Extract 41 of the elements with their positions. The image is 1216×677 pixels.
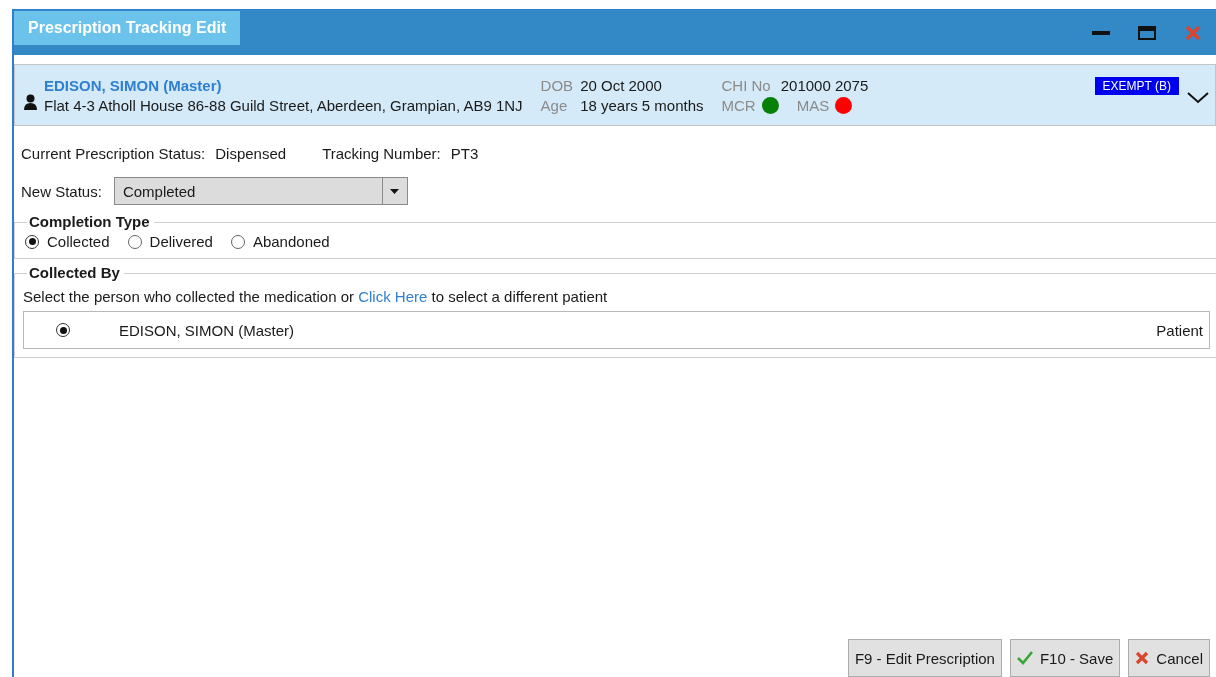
minimize-icon (1092, 30, 1110, 36)
radio-label[interactable]: Collected (47, 233, 110, 250)
age-value: 18 years 5 months (580, 96, 704, 114)
indicator-label: MCR (721, 96, 756, 114)
close-icon (1185, 25, 1201, 41)
chi-value: 201000 2075 (780, 76, 869, 94)
person-role: Patient (1156, 321, 1203, 339)
radio-button[interactable] (127, 234, 142, 249)
person-icon (24, 94, 37, 110)
cancel-button[interactable]: Cancel (1128, 639, 1210, 677)
current-status-label: Current Prescription Status: (21, 145, 206, 162)
radio-button[interactable] (230, 234, 245, 249)
age-label: Age (540, 96, 569, 114)
click-here-link[interactable]: Click Here (358, 288, 428, 305)
group-title: Completion Type (27, 213, 154, 230)
window-title: Prescription Tracking Edit (14, 11, 241, 45)
radio-button[interactable] (25, 234, 39, 249)
dob-value: 20 Oct 2000 (580, 76, 663, 94)
exemption-badge: EXEMPT (B) (1094, 77, 1179, 95)
radio-label[interactable]: Delivered (149, 233, 213, 250)
patient-address: Flat 4-3 Atholl House 86-88 Guild Street, Aberdeen, Grampian, AB9 1NJ (44, 96, 523, 114)
group-title: Collected By (27, 264, 124, 281)
dob-label: DOB (540, 76, 574, 94)
dropdown-arrow-icon (390, 188, 400, 194)
chevron-down-icon (1187, 91, 1209, 104)
edit-prescription-button[interactable]: F9 - Edit Prescription (847, 639, 1002, 677)
maximize-icon (1138, 26, 1156, 40)
status-dropdown[interactable]: Completed (113, 177, 408, 205)
instruction-text: Select the person who collected the medication or Click Here to select a different patient (23, 287, 609, 307)
indicator-label: MAS (796, 96, 830, 114)
tracking-number-label: Tracking Number: (322, 145, 441, 162)
new-status-label: New Status: (21, 182, 102, 200)
person-name: EDISON, SIMON (Master) (119, 321, 294, 339)
radio-label[interactable]: Abandoned (252, 233, 330, 250)
radio-button[interactable] (56, 323, 70, 337)
chi-label: CHI No (721, 76, 771, 94)
check-icon (1016, 651, 1033, 665)
save-button[interactable]: F10 - Save (1009, 639, 1121, 677)
close-icon (1135, 651, 1150, 665)
tracking-number-value: PT3 (450, 145, 479, 162)
current-status-value: Dispensed (215, 145, 287, 162)
